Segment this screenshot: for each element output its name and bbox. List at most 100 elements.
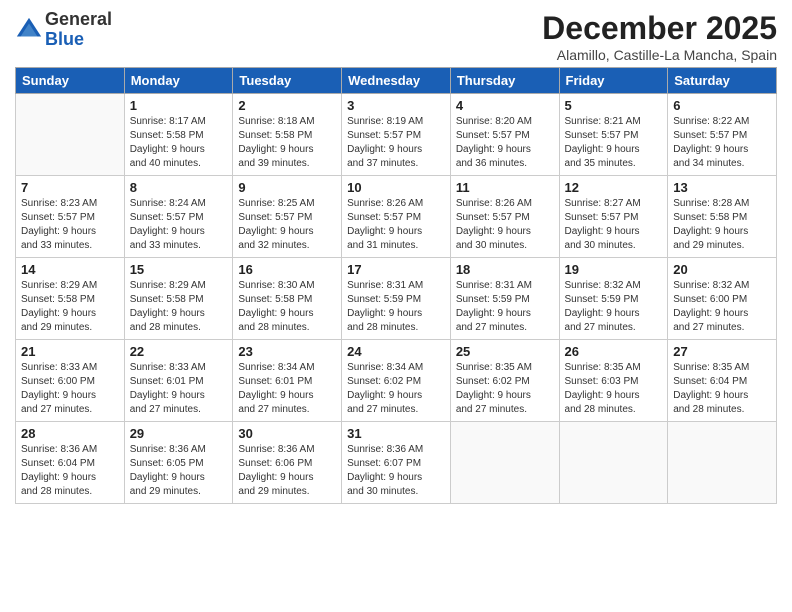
day-info: Sunrise: 8:24 AM Sunset: 5:57 PM Dayligh… [130, 197, 228, 253]
calendar-cell: 29 Sunrise: 8:36 AM Sunset: 6:05 PM Dayli… [124, 422, 233, 504]
day-number: 17 [347, 262, 445, 277]
day-number: 27 [673, 344, 771, 359]
calendar-cell: 28 Sunrise: 8:36 AM Sunset: 6:04 PM Dayli… [16, 422, 125, 504]
calendar-cell: 25 Sunrise: 8:35 AM Sunset: 6:02 PM Dayli… [450, 340, 559, 422]
calendar-cell [559, 422, 668, 504]
header-cell-saturday: Saturday [668, 68, 777, 94]
day-info: Sunrise: 8:21 AM Sunset: 5:57 PM Dayligh… [565, 115, 663, 171]
day-number: 28 [21, 426, 119, 441]
calendar-cell: 2 Sunrise: 8:18 AM Sunset: 5:58 PM Daylig… [233, 94, 342, 176]
calendar-cell [16, 94, 125, 176]
day-info: Sunrise: 8:35 AM Sunset: 6:03 PM Dayligh… [565, 361, 663, 417]
calendar-cell: 27 Sunrise: 8:35 AM Sunset: 6:04 PM Dayli… [668, 340, 777, 422]
day-info: Sunrise: 8:26 AM Sunset: 5:57 PM Dayligh… [456, 197, 554, 253]
calendar-cell: 4 Sunrise: 8:20 AM Sunset: 5:57 PM Daylig… [450, 94, 559, 176]
calendar-cell: 21Sunrise: 8:33 AM Sunset: 6:00 PM Dayli… [16, 340, 125, 422]
day-number: 31 [347, 426, 445, 441]
day-number: 29 [130, 426, 228, 441]
day-info: Sunrise: 8:36 AM Sunset: 6:06 PM Dayligh… [238, 443, 336, 499]
calendar-cell: 3Sunrise: 8:19 AM Sunset: 5:57 PM Daylig… [342, 94, 451, 176]
calendar-cell: 8 Sunrise: 8:24 AM Sunset: 5:57 PM Daylig… [124, 176, 233, 258]
day-number: 20 [673, 262, 771, 277]
week-row-3: 14Sunrise: 8:29 AM Sunset: 5:58 PM Dayli… [16, 258, 777, 340]
day-info: Sunrise: 8:23 AM Sunset: 5:57 PM Dayligh… [21, 197, 119, 253]
day-info: Sunrise: 8:34 AM Sunset: 6:02 PM Dayligh… [347, 361, 445, 417]
calendar-cell: 15Sunrise: 8:29 AM Sunset: 5:58 PM Dayli… [124, 258, 233, 340]
header-row: SundayMondayTuesdayWednesdayThursdayFrid… [16, 68, 777, 94]
day-info: Sunrise: 8:35 AM Sunset: 6:04 PM Dayligh… [673, 361, 771, 417]
title-block: December 2025 Alamillo, Castille-La Manc… [542, 10, 777, 63]
day-number: 1 [130, 98, 228, 113]
day-info: Sunrise: 8:35 AM Sunset: 6:02 PM Dayligh… [456, 361, 554, 417]
day-info: Sunrise: 8:31 AM Sunset: 5:59 PM Dayligh… [456, 279, 554, 335]
day-info: Sunrise: 8:17 AM Sunset: 5:58 PM Dayligh… [130, 115, 228, 171]
logo: General Blue [15, 10, 112, 50]
week-row-5: 28 Sunrise: 8:36 AM Sunset: 6:04 PM Dayli… [16, 422, 777, 504]
day-info: Sunrise: 8:19 AM Sunset: 5:57 PM Dayligh… [347, 115, 445, 171]
day-number: 22 [130, 344, 228, 359]
day-number: 11 [456, 180, 554, 195]
day-number: 26 [565, 344, 663, 359]
calendar-cell: 7 Sunrise: 8:23 AM Sunset: 5:57 PM Daylig… [16, 176, 125, 258]
calendar-cell: 24Sunrise: 8:34 AM Sunset: 6:02 PM Dayli… [342, 340, 451, 422]
day-number: 8 [130, 180, 228, 195]
day-number: 12 [565, 180, 663, 195]
day-number: 25 [456, 344, 554, 359]
day-info: Sunrise: 8:36 AM Sunset: 6:04 PM Dayligh… [21, 443, 119, 499]
calendar-cell: 20 Sunrise: 8:32 AM Sunset: 6:00 PM Dayli… [668, 258, 777, 340]
day-info: Sunrise: 8:25 AM Sunset: 5:57 PM Dayligh… [238, 197, 336, 253]
location-title: Alamillo, Castille-La Mancha, Spain [542, 47, 777, 63]
day-info: Sunrise: 8:22 AM Sunset: 5:57 PM Dayligh… [673, 115, 771, 171]
calendar-cell: 16Sunrise: 8:30 AM Sunset: 5:58 PM Dayli… [233, 258, 342, 340]
calendar-cell: 11 Sunrise: 8:26 AM Sunset: 5:57 PM Dayli… [450, 176, 559, 258]
header: General Blue December 2025 Alamillo, Cas… [15, 10, 777, 63]
header-cell-thursday: Thursday [450, 68, 559, 94]
day-info: Sunrise: 8:27 AM Sunset: 5:57 PM Dayligh… [565, 197, 663, 253]
day-info: Sunrise: 8:34 AM Sunset: 6:01 PM Dayligh… [238, 361, 336, 417]
day-number: 5 [565, 98, 663, 113]
week-row-4: 21Sunrise: 8:33 AM Sunset: 6:00 PM Dayli… [16, 340, 777, 422]
calendar-cell: 10Sunrise: 8:26 AM Sunset: 5:57 PM Dayli… [342, 176, 451, 258]
day-number: 10 [347, 180, 445, 195]
day-number: 16 [238, 262, 336, 277]
month-title: December 2025 [542, 10, 777, 47]
week-row-1: 1 Sunrise: 8:17 AM Sunset: 5:58 PM Daylig… [16, 94, 777, 176]
header-cell-tuesday: Tuesday [233, 68, 342, 94]
calendar-cell: 19 Sunrise: 8:32 AM Sunset: 5:59 PM Dayli… [559, 258, 668, 340]
day-info: Sunrise: 8:33 AM Sunset: 6:00 PM Dayligh… [21, 361, 119, 417]
calendar-cell: 18 Sunrise: 8:31 AM Sunset: 5:59 PM Dayli… [450, 258, 559, 340]
day-info: Sunrise: 8:36 AM Sunset: 6:05 PM Dayligh… [130, 443, 228, 499]
day-info: Sunrise: 8:32 AM Sunset: 6:00 PM Dayligh… [673, 279, 771, 335]
calendar-cell: 23 Sunrise: 8:34 AM Sunset: 6:01 PM Dayli… [233, 340, 342, 422]
day-number: 2 [238, 98, 336, 113]
calendar-cell: 17 Sunrise: 8:31 AM Sunset: 5:59 PM Dayli… [342, 258, 451, 340]
calendar-cell: 26 Sunrise: 8:35 AM Sunset: 6:03 PM Dayli… [559, 340, 668, 422]
day-number: 19 [565, 262, 663, 277]
day-info: Sunrise: 8:31 AM Sunset: 5:59 PM Dayligh… [347, 279, 445, 335]
page-container: General Blue December 2025 Alamillo, Cas… [0, 0, 792, 612]
calendar-cell [450, 422, 559, 504]
day-number: 30 [238, 426, 336, 441]
day-info: Sunrise: 8:20 AM Sunset: 5:57 PM Dayligh… [456, 115, 554, 171]
calendar-table: SundayMondayTuesdayWednesdayThursdayFrid… [15, 67, 777, 504]
calendar-cell: 6 Sunrise: 8:22 AM Sunset: 5:57 PM Daylig… [668, 94, 777, 176]
calendar-cell: 13 Sunrise: 8:28 AM Sunset: 5:58 PM Dayli… [668, 176, 777, 258]
calendar-cell: 5 Sunrise: 8:21 AM Sunset: 5:57 PM Daylig… [559, 94, 668, 176]
calendar-cell: 1 Sunrise: 8:17 AM Sunset: 5:58 PM Daylig… [124, 94, 233, 176]
day-info: Sunrise: 8:18 AM Sunset: 5:58 PM Dayligh… [238, 115, 336, 171]
logo-general: General [45, 10, 112, 30]
day-number: 14 [21, 262, 119, 277]
calendar-cell: 9 Sunrise: 8:25 AM Sunset: 5:57 PM Daylig… [233, 176, 342, 258]
day-number: 18 [456, 262, 554, 277]
day-number: 23 [238, 344, 336, 359]
day-info: Sunrise: 8:28 AM Sunset: 5:58 PM Dayligh… [673, 197, 771, 253]
day-info: Sunrise: 8:32 AM Sunset: 5:59 PM Dayligh… [565, 279, 663, 335]
calendar-cell: 30 Sunrise: 8:36 AM Sunset: 6:06 PM Dayli… [233, 422, 342, 504]
day-info: Sunrise: 8:33 AM Sunset: 6:01 PM Dayligh… [130, 361, 228, 417]
day-number: 13 [673, 180, 771, 195]
day-number: 6 [673, 98, 771, 113]
calendar-cell: 14Sunrise: 8:29 AM Sunset: 5:58 PM Dayli… [16, 258, 125, 340]
day-number: 7 [21, 180, 119, 195]
day-number: 9 [238, 180, 336, 195]
day-number: 4 [456, 98, 554, 113]
